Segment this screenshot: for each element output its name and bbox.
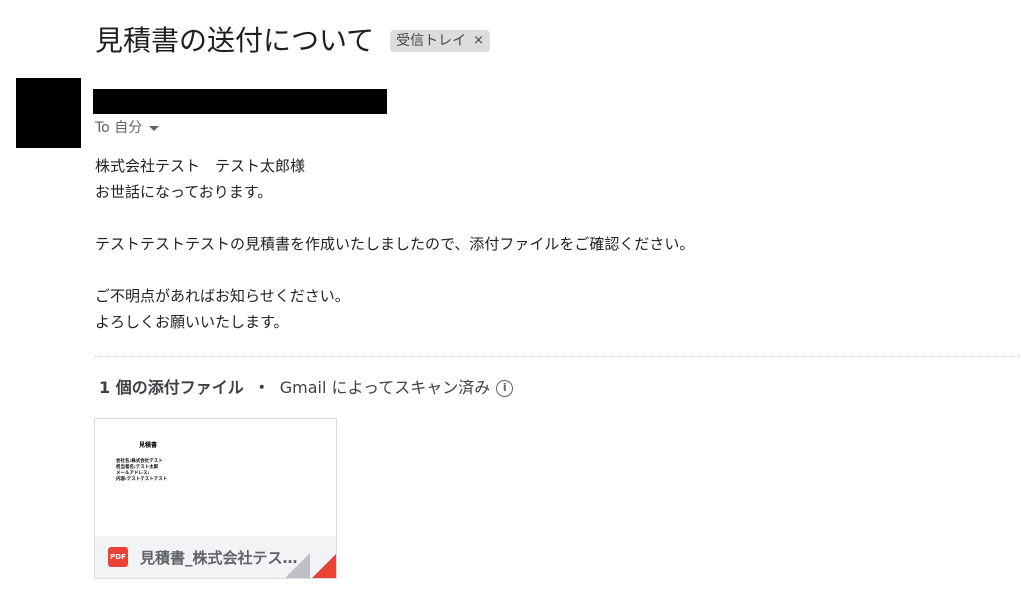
page-fold-icon (284, 553, 310, 578)
attachment-filename: 見積書_株式会社テスト.pdf (140, 548, 300, 567)
attachments-header: 1 個の添付ファイル ・ Gmail によってスキャン済み i (99, 376, 514, 400)
email-subject: 見積書の送付について (95, 24, 375, 57)
label-chip-text: 受信トレイ (396, 33, 467, 49)
scan-status: Gmail によってスキャン済み (279, 378, 491, 397)
pdf-corner-icon (311, 553, 336, 578)
email-view: 見積書の送付について 受信トレイ × To 自分 株式会社テスト テスト太郎様 … (0, 0, 1021, 613)
body-line: 株式会社テスト テスト太郎様 (95, 157, 306, 175)
subject-row: 見積書の送付について 受信トレイ × (95, 22, 491, 60)
info-icon[interactable]: i (496, 379, 514, 397)
attachments-separator: ・ (253, 378, 270, 397)
body-line: お世話になっております。 (95, 183, 273, 201)
attachment-card[interactable]: 見積書 会社名:株式会社テスト 担当者名:テスト太郎 メールアドレス: 内容:テ… (94, 418, 337, 579)
body-line: ご不明点があればお知らせください。 (95, 287, 350, 305)
email-body: 株式会社テスト テスト太郎様 お世話になっております。 テストテストテストの見積… (95, 153, 694, 335)
body-line (95, 257, 694, 283)
attachments-count: 1 個の添付ファイル (99, 378, 244, 397)
body-line (95, 205, 694, 231)
sender-avatar[interactable] (16, 78, 81, 148)
caret-down-icon[interactable] (149, 125, 160, 131)
thumbnail-line: 内容:テストテストテスト (116, 477, 168, 482)
recipient-text: To 自分 (95, 120, 143, 136)
sender-name-redacted (93, 89, 387, 114)
body-line: テストテストテストの見積書を作成いたしましたので、添付ファイルをご確認ください。 (95, 235, 695, 253)
body-line: よろしくお願いいたします。 (95, 313, 289, 331)
recipient-details-toggle[interactable]: To 自分 (95, 118, 160, 138)
attachment-thumbnail: 見積書 会社名:株式会社テスト 担当者名:テスト太郎 メールアドレス: 内容:テ… (95, 419, 336, 536)
label-chip-inbox[interactable]: 受信トレイ × (390, 30, 491, 52)
pdf-icon: PDF (108, 547, 128, 567)
thumbnail-title: 見積書 (139, 442, 158, 449)
attachments-divider (95, 356, 1020, 357)
remove-label-icon[interactable]: × (473, 30, 484, 52)
